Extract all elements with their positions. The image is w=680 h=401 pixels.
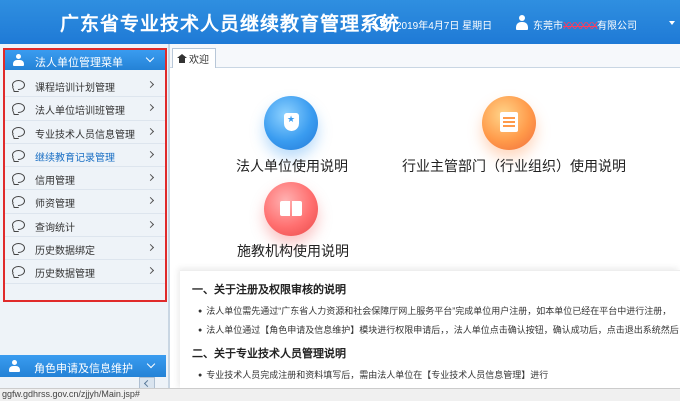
chevron-right-icon (146, 197, 155, 205)
sidebar-item-history-bind[interactable]: 历史数据绑定 (5, 237, 165, 261)
notice-bullet: 法人单位需先通过“广东省人力资源和社会保障厅网上服务平台”完成单位用户注册，如本… (198, 304, 671, 317)
system-title: 广东省专业技术人员继续教育管理系统 (60, 14, 401, 35)
chat-bubble-icon (12, 149, 25, 160)
shield-icon (264, 96, 318, 150)
notice-panel: 一、关于注册及权限审核的说明 法人单位需先通过“广东省人力资源和社会保障厅网上服… (180, 270, 680, 390)
top-header: 广东省专业技术人员继续教育管理系统 2019年4月7日 星期日 东莞市XXXXX… (0, 0, 680, 44)
clock-icon (374, 16, 388, 30)
sidebar-item-label: 课程培训计划管理 (35, 83, 115, 94)
legal-menu-list: 课程培训计划管理 法人单位培训班管理 专业技术人员信息管理 继续教育记录管理 信 (5, 74, 165, 284)
chevron-right-icon (146, 174, 155, 182)
sidebar-item-training-class[interactable]: 法人单位培训班管理 (5, 97, 165, 121)
chevron-right-icon (146, 220, 155, 228)
user-icon (9, 360, 20, 372)
notice-section-title: 二、关于专业技术人员管理说明 (192, 348, 346, 360)
sidebar-item-course-plan[interactable]: 课程培训计划管理 (5, 74, 165, 98)
tab-welcome[interactable]: 欢迎 (172, 48, 216, 68)
chevron-right-icon (146, 267, 155, 275)
chat-bubble-icon (12, 266, 25, 277)
sidebar-item-history-manage[interactable]: 历史数据管理 (5, 260, 165, 284)
sidebar-item-label: 师资管理 (35, 199, 75, 211)
notice-section-title: 一、关于注册及权限审核的说明 (192, 284, 346, 296)
user-org-name[interactable]: 东莞市XXXXXX有限公司 (533, 17, 637, 32)
current-date: 2019年4月7日 星期日 (396, 21, 493, 32)
main-content: 法人单位使用说明 行业主管部门（行业组织）使用说明 施教机构使用说明 一、关于注… (170, 68, 680, 390)
home-icon (177, 54, 187, 63)
chat-bubble-icon (12, 219, 25, 230)
chevron-right-icon (146, 244, 155, 252)
chat-bubble-icon (12, 80, 25, 90)
role-menu-title: 角色申请及信息维护 (34, 363, 133, 375)
book-icon (264, 182, 318, 236)
sidebar-item-label: 历史数据绑定 (35, 246, 95, 258)
chevron-right-icon (146, 150, 155, 158)
legal-menu-panel: 法人单位管理菜单 课程培训计划管理 法人单位培训班管理 专业技术人员信息管理 继… (3, 48, 167, 302)
chevron-down-icon[interactable] (669, 21, 675, 25)
chat-bubble-icon (12, 196, 25, 207)
status-bar: ggfw.gdhrss.gov.cn/zjjyh/Main.jsp# (0, 388, 680, 401)
legal-guide-label: 法人单位使用说明 (236, 158, 348, 174)
chevron-down-icon (146, 359, 156, 369)
sidebar-item-label: 信用管理 (35, 176, 75, 188)
tab-bar: 欢迎 (170, 44, 680, 68)
sidebar-item-staff-info[interactable]: 专业技术人员信息管理 (5, 121, 165, 144)
role-menu-header[interactable]: 角色申请及信息维护 (0, 355, 166, 377)
notice-bullet: 法人单位通过【角色申请及信息维护】模块进行权限申请后，，法人单位点击确认按钮，确… (198, 323, 679, 336)
user-icon (13, 54, 24, 66)
chevron-right-icon (146, 104, 155, 112)
menu-title: 法人单位管理菜单 (35, 57, 123, 69)
chat-bubble-icon (12, 243, 25, 254)
sidebar-item-teachers[interactable]: 师资管理 (5, 190, 165, 214)
chat-bubble-icon (12, 126, 25, 137)
sidebar-item-credit[interactable]: 信用管理 (5, 167, 165, 191)
user-icon (515, 15, 529, 31)
sidebar-item-education-records[interactable]: 继续教育记录管理 (5, 144, 165, 168)
tab-label: 欢迎 (189, 55, 209, 66)
chat-bubble-icon (12, 173, 25, 184)
sidebar-item-label: 专业技术人员信息管理 (35, 129, 135, 141)
sidebar-item-label: 继续教育记录管理 (35, 152, 115, 164)
document-icon (482, 96, 536, 150)
chevron-right-icon (146, 80, 155, 89)
status-url: ggfw.gdhrss.gov.cn/zjjyh/Main.jsp# (2, 389, 140, 399)
institution-guide-label: 施教机构使用说明 (237, 243, 349, 259)
notice-bullet: 专业技术人员完成注册和资料填写后，需由法人单位在【专业技术人员信息管理】进行 (198, 368, 548, 381)
chevron-right-icon (146, 127, 155, 135)
legal-menu-header[interactable]: 法人单位管理菜单 (5, 50, 165, 70)
industry-guide-label: 行业主管部门（行业组织）使用说明 (402, 158, 626, 174)
chevron-down-icon (145, 53, 155, 63)
sidebar-item-label: 历史数据管理 (35, 269, 95, 281)
sidebar-item-statistics[interactable]: 查询统计 (5, 214, 165, 238)
sidebar-item-label: 法人单位培训班管理 (35, 106, 125, 118)
redacted-text: XXXXXX (563, 21, 598, 32)
sidebar-item-label: 查询统计 (35, 222, 75, 234)
sidebar: 法人单位管理菜单 课程培训计划管理 法人单位培训班管理 专业技术人员信息管理 继… (0, 44, 170, 390)
chat-bubble-icon (12, 103, 25, 114)
